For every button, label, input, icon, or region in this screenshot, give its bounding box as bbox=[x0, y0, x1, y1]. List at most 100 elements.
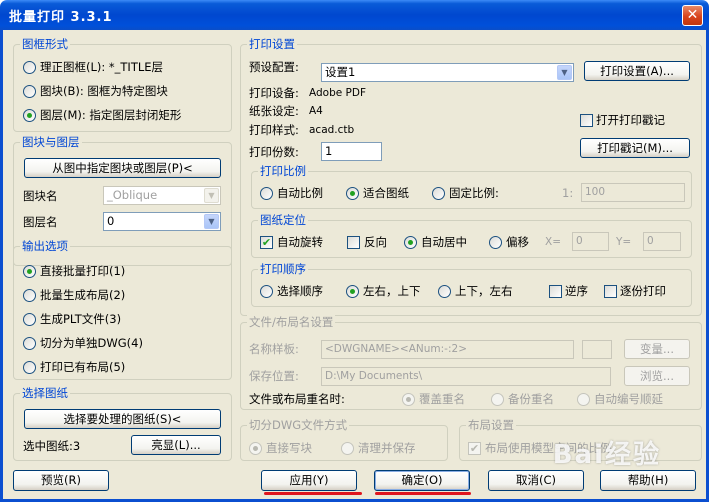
split-option-write-block[interactable]: 直接写块 bbox=[266, 440, 312, 456]
print-order-title: 打印顺序 bbox=[258, 262, 308, 276]
rename-option-overwrite[interactable]: 覆盖重名 bbox=[419, 391, 465, 407]
auto-rotate-label[interactable]: 自动旋转 bbox=[277, 234, 323, 250]
copies-input[interactable]: 1 bbox=[321, 142, 382, 161]
apply-annotation-underline bbox=[264, 492, 362, 495]
layout-settings-title: 布局设置 bbox=[466, 418, 516, 432]
preset-value: 设置1 bbox=[325, 65, 356, 79]
frame-option-standard-label[interactable]: 理正图框(L): *_TITLE层 bbox=[40, 59, 163, 75]
block-name-label: 图块名 bbox=[23, 189, 58, 203]
ok-button[interactable]: 确定(O) bbox=[374, 470, 470, 491]
offset-radio[interactable] bbox=[489, 236, 502, 249]
use-model-scale-checkbox[interactable]: ✔ bbox=[468, 442, 481, 455]
split-radio-purge-save[interactable] bbox=[341, 442, 354, 455]
rename-option-backup[interactable]: 备份重名 bbox=[508, 391, 554, 407]
print-settings-group: 打印设置 预设配置: 设置1 ▼ 打印设置(A)... 打印设备: Adobe … bbox=[240, 37, 702, 316]
save-location-input[interactable]: D:\My Documents\ bbox=[321, 367, 611, 386]
rename-radio-backup[interactable] bbox=[491, 393, 504, 406]
close-icon[interactable]: ✕ bbox=[682, 5, 703, 26]
template-input[interactable]: <DWGNAME><ANum:-:2> bbox=[321, 340, 574, 359]
order-radio-selection[interactable] bbox=[260, 285, 273, 298]
chevron-down-icon[interactable]: ▼ bbox=[557, 65, 572, 80]
pick-block-layer-button[interactable]: 从图中指定图块或图层(P)< bbox=[24, 158, 221, 178]
scale-option-fit[interactable]: 适合图纸 bbox=[363, 185, 409, 201]
frame-option-layer-label[interactable]: 图层(M): 指定图层封闭矩形 bbox=[40, 107, 181, 123]
paper-label: 纸张设定: bbox=[249, 104, 299, 118]
split-radio-write-block[interactable] bbox=[249, 442, 262, 455]
frame-form-group: 图框形式 理正图框(L): *_TITLE层 图块(B): 图框为特定图块 图层… bbox=[13, 37, 232, 132]
variable-button[interactable]: 变量... bbox=[624, 339, 690, 359]
print-scale-group: 打印比例 自动比例 适合图纸 固定比例: 1: 100 bbox=[251, 164, 692, 209]
order-radio-lr-tb[interactable] bbox=[346, 285, 359, 298]
rename-radio-autonumber[interactable] bbox=[577, 393, 590, 406]
highlight-button[interactable]: 亮显(L)... bbox=[131, 435, 221, 455]
apply-button[interactable]: 应用(Y) bbox=[261, 470, 357, 491]
order-option-tb-lr[interactable]: 上下，左右 bbox=[455, 283, 513, 299]
help-button[interactable]: 帮助(H) bbox=[600, 470, 696, 491]
reverse-rotate-label[interactable]: 反向 bbox=[364, 234, 387, 250]
print-setup-button[interactable]: 打印设置(A)... bbox=[584, 61, 690, 81]
layer-name-select[interactable]: 0 ▼ bbox=[103, 212, 221, 231]
order-option-selection[interactable]: 选择顺序 bbox=[277, 283, 323, 299]
browse-button[interactable]: 浏览... bbox=[624, 366, 690, 386]
output-radio-batch-layout[interactable] bbox=[23, 289, 36, 302]
collate-label[interactable]: 逐份打印 bbox=[620, 283, 666, 299]
block-name-select[interactable]: _Oblique ▼ bbox=[103, 186, 221, 205]
open-stamp-label[interactable]: 打开打印戳记 bbox=[596, 112, 665, 128]
device-value: Adobe PDF bbox=[309, 87, 367, 99]
open-stamp-checkbox[interactable] bbox=[580, 114, 593, 127]
output-option-plt[interactable]: 生成PLT文件(3) bbox=[40, 311, 121, 327]
order-radio-tb-lr[interactable] bbox=[438, 285, 451, 298]
frame-radio-layer[interactable] bbox=[23, 109, 36, 122]
scale-radio-fit[interactable] bbox=[346, 187, 359, 200]
scale-option-auto[interactable]: 自动比例 bbox=[277, 185, 323, 201]
center-label[interactable]: 自动居中 bbox=[421, 234, 467, 250]
scale-radio-auto[interactable] bbox=[260, 187, 273, 200]
block-name-value: _Oblique bbox=[107, 188, 158, 202]
layer-name-value: 0 bbox=[107, 214, 115, 228]
output-option-direct-print[interactable]: 直接批量打印(1) bbox=[40, 263, 125, 279]
offset-label[interactable]: 偏移 bbox=[506, 234, 529, 250]
output-options-title: 输出选项 bbox=[20, 239, 70, 253]
output-option-batch-layout[interactable]: 批量生成布局(2) bbox=[40, 287, 125, 303]
reverse-rotate-checkbox[interactable] bbox=[347, 236, 360, 249]
rename-radio-overwrite[interactable] bbox=[402, 393, 415, 406]
offset-x-input[interactable]: 0 bbox=[572, 232, 609, 251]
offset-y-input[interactable]: 0 bbox=[643, 232, 681, 251]
ratio-input[interactable]: 100 bbox=[581, 183, 685, 202]
output-option-split-dwg[interactable]: 切分为单独DWG(4) bbox=[40, 335, 143, 351]
rename-label: 文件或布局重名时: bbox=[249, 392, 345, 406]
title-bar[interactable]: 批量打印 3.3.1 ✕ bbox=[0, 0, 709, 30]
scale-option-fixed[interactable]: 固定比例: bbox=[449, 185, 499, 201]
output-radio-split-dwg[interactable] bbox=[23, 337, 36, 350]
print-stamp-button[interactable]: 打印戳记(M)... bbox=[580, 138, 690, 158]
block-layer-title: 图块与图层 bbox=[20, 135, 82, 149]
output-option-existing-layout[interactable]: 打印已有布局(5) bbox=[40, 359, 125, 375]
preset-select[interactable]: 设置1 ▼ bbox=[321, 63, 574, 82]
select-drawings-button[interactable]: 选择要处理的图纸(S)< bbox=[24, 409, 221, 429]
chevron-down-icon[interactable]: ▼ bbox=[204, 188, 219, 203]
save-location-label: 保存位置: bbox=[249, 369, 299, 383]
rename-option-autonumber[interactable]: 自动编号顺延 bbox=[594, 391, 663, 407]
output-radio-existing-layout[interactable] bbox=[23, 361, 36, 374]
split-dwg-title: 切分DWG文件方式 bbox=[247, 418, 350, 432]
output-radio-plt[interactable] bbox=[23, 313, 36, 326]
auto-rotate-checkbox[interactable]: ✔ bbox=[260, 236, 273, 249]
cancel-button[interactable]: 取消(C) bbox=[488, 470, 584, 491]
output-radio-direct-print[interactable] bbox=[23, 265, 36, 278]
frame-option-block-label[interactable]: 图块(B): 图框为特定图块 bbox=[40, 83, 168, 99]
split-option-purge-save[interactable]: 清理并保存 bbox=[358, 440, 416, 456]
collate-checkbox[interactable] bbox=[604, 285, 617, 298]
file-layout-title: 文件/布局名设置 bbox=[247, 315, 336, 329]
layer-name-label: 图层名 bbox=[23, 215, 58, 229]
frame-radio-block[interactable] bbox=[23, 85, 36, 98]
order-option-lr-tb[interactable]: 左右，上下 bbox=[363, 283, 421, 299]
watermark: Bai经验 bbox=[552, 440, 661, 470]
center-radio[interactable] bbox=[404, 236, 417, 249]
frame-radio-standard[interactable] bbox=[23, 61, 36, 74]
template-extra-input[interactable] bbox=[582, 340, 612, 359]
scale-radio-fixed[interactable] bbox=[432, 187, 445, 200]
reverse-order-label[interactable]: 逆序 bbox=[565, 283, 588, 299]
reverse-order-checkbox[interactable] bbox=[549, 285, 562, 298]
chevron-down-icon[interactable]: ▼ bbox=[204, 214, 219, 229]
preview-button[interactable]: 预览(R) bbox=[13, 470, 109, 491]
